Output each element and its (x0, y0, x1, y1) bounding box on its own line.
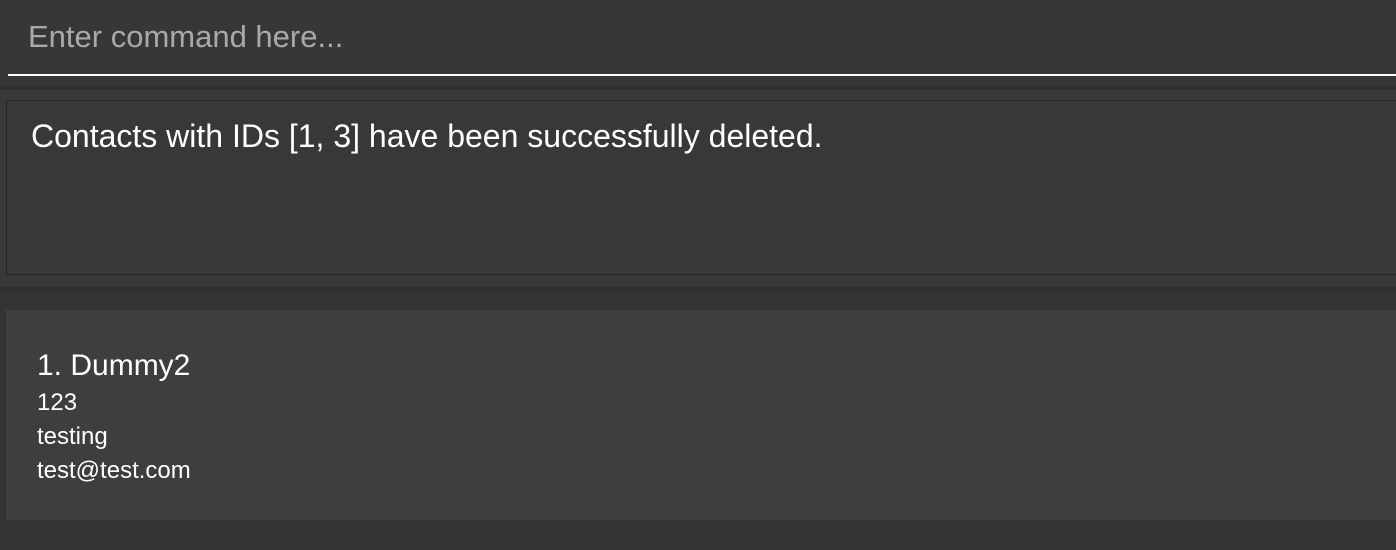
contact-list-pane: 1. Dummy2 123 testing test@test.com (0, 291, 1396, 550)
contact-email: test@test.com (37, 457, 191, 484)
contact-address: testing (37, 423, 108, 450)
command-box-pane (0, 0, 1396, 86)
command-input[interactable] (8, 6, 1396, 76)
app-window: Contacts with IDs [1, 3] have been succe… (0, 0, 1396, 550)
contact-phone: 123 (37, 389, 78, 416)
result-pane: Contacts with IDs [1, 3] have been succe… (0, 90, 1396, 287)
result-display[interactable]: Contacts with IDs [1, 3] have been succe… (6, 100, 1396, 275)
contact-card[interactable]: 1. Dummy2 123 testing test@test.com (6, 310, 1396, 520)
contact-name: 1. Dummy2 (37, 349, 191, 382)
